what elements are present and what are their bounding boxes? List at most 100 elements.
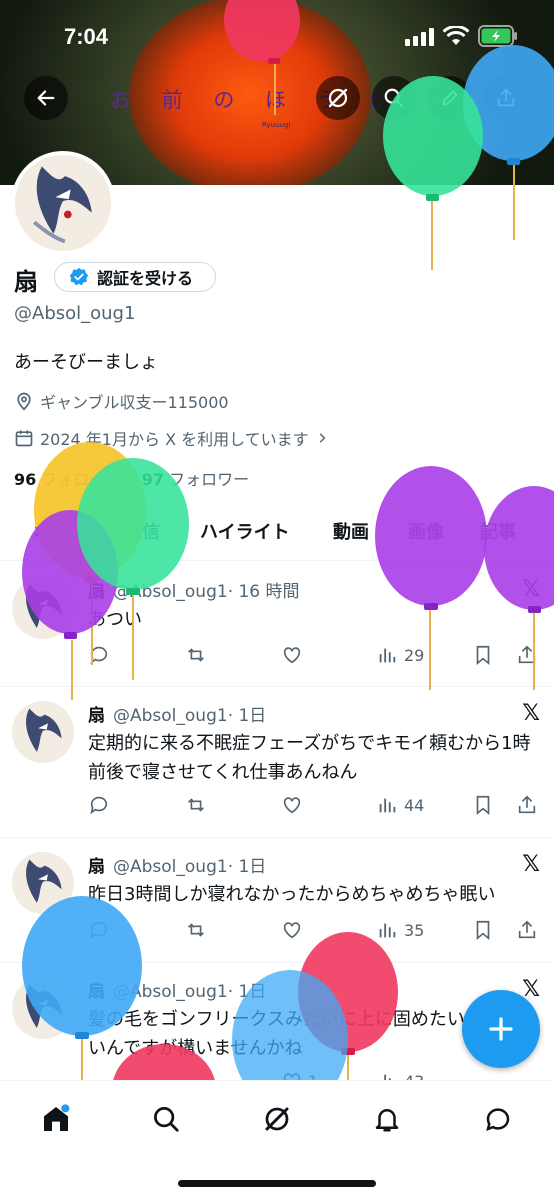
- profile-handle: @Absol_oug1: [14, 303, 136, 324]
- like-button[interactable]: [280, 918, 304, 942]
- nav-search[interactable]: [146, 1099, 186, 1139]
- share-icon: [518, 795, 536, 814]
- get-verified-button[interactable]: 認証を受ける: [54, 262, 216, 292]
- compose-post-button[interactable]: [462, 990, 540, 1068]
- post-author-name: 扇: [88, 982, 105, 1002]
- nav-home[interactable]: [36, 1099, 76, 1139]
- bookmark-button[interactable]: [472, 643, 494, 667]
- reply-button[interactable]: [88, 643, 110, 667]
- post-avatar[interactable]: [12, 977, 74, 1039]
- post-time: · 16 時間: [227, 582, 300, 602]
- post-author-handle: @Absol_oug1: [113, 706, 228, 726]
- post-actions: 35: [88, 918, 540, 942]
- post-author-handle: @Absol_oug1: [113, 582, 228, 602]
- profile-joined-row[interactable]: 2024 年1月から X を利用しています: [14, 426, 329, 450]
- share-post-button[interactable]: [516, 918, 538, 942]
- profile-location-row: ギャンブル収支ー115000: [14, 389, 229, 413]
- post-header: 扇 @Absol_oug1· 1日: [88, 977, 266, 1002]
- followers-link[interactable]: 97 フォロワー: [142, 470, 249, 489]
- tab-replies[interactable]: 返信: [124, 518, 160, 544]
- post-item[interactable]: 扇 @Absol_oug1· 1日 𝕏 定期的に来る不眠症フェーズがちでキモイ頼む…: [0, 687, 554, 838]
- post-item[interactable]: 扇 @Absol_oug1· 16 時間 𝕏 あつい 29: [0, 563, 554, 687]
- post-text: あつい: [88, 609, 142, 630]
- edit-button[interactable]: [428, 76, 472, 120]
- avatar-art: [15, 155, 111, 251]
- followers-count: 97: [141, 470, 164, 489]
- tab-articles[interactable]: 記事: [480, 518, 516, 544]
- post-avatar[interactable]: [12, 852, 74, 914]
- post-actions: 29: [88, 643, 540, 667]
- post-item[interactable]: 扇 @Absol_oug1· 1日 𝕏 昨日3時間しか寝れなかったからめちゃめちゃ…: [0, 838, 554, 963]
- repost-button[interactable]: [184, 793, 208, 817]
- like-button[interactable]: [280, 793, 304, 817]
- wifi-icon: [443, 26, 469, 45]
- views-button[interactable]: 35: [376, 918, 424, 942]
- back-button[interactable]: [24, 76, 68, 120]
- repost-button[interactable]: [184, 643, 208, 667]
- banner-subtitle: Ryuuugi: [262, 121, 291, 129]
- following-count: 96: [14, 470, 37, 489]
- x-logo-icon: 𝕏: [522, 852, 540, 877]
- bookmark-button[interactable]: [472, 793, 494, 817]
- tab-videos[interactable]: 動画: [333, 518, 369, 544]
- profile-joined: 2024 年1月から X を利用しています: [40, 430, 309, 449]
- x-logo-icon: 𝕏: [522, 577, 540, 602]
- post-time: · 1日: [227, 706, 267, 726]
- following-link[interactable]: 96 フォロー中: [14, 470, 121, 489]
- verified-badge-icon: [69, 267, 89, 286]
- post-time: · 1日: [227, 857, 267, 877]
- reply-button[interactable]: [88, 793, 110, 817]
- share-icon: [518, 920, 536, 939]
- profile-bio: あーそびーましょ: [14, 352, 158, 373]
- post-avatar[interactable]: [12, 701, 74, 763]
- reply-button[interactable]: [88, 918, 110, 942]
- following-label: フォロー中: [41, 470, 122, 489]
- tab-highlights[interactable]: ハイライト: [200, 518, 290, 544]
- tab-media[interactable]: 画像: [408, 518, 444, 544]
- messages-icon: [486, 1108, 510, 1132]
- share-post-button[interactable]: [516, 643, 538, 667]
- share-post-button[interactable]: [516, 793, 538, 817]
- bookmark-icon: [476, 920, 490, 941]
- share-button[interactable]: [484, 76, 528, 120]
- post-author-name: 扇: [88, 706, 105, 726]
- status-time: 7:04: [64, 24, 109, 49]
- x-logo-icon: 𝕏: [522, 701, 540, 726]
- post-header: 扇 @Absol_oug1· 1日: [88, 852, 266, 877]
- post-time: · 1日: [227, 982, 267, 1002]
- bookmark-icon: [476, 645, 490, 666]
- nav-notifications[interactable]: [367, 1099, 407, 1139]
- post-author-handle: @Absol_oug1: [113, 857, 228, 877]
- repost-icon: [188, 798, 204, 812]
- like-button[interactable]: [280, 643, 304, 667]
- post-avatar[interactable]: [12, 577, 74, 639]
- views-button[interactable]: 44: [376, 793, 424, 817]
- profile-avatar[interactable]: [11, 151, 115, 255]
- post-text: 昨日3時間しか寝れなかったからめちゃめちゃ眠い: [88, 884, 496, 905]
- nav-messages[interactable]: [478, 1099, 518, 1139]
- profile-tabs: ポスト 返信 ハイライト 動画 画像 記事: [0, 508, 554, 552]
- views-icon: [379, 923, 396, 938]
- repost-icon: [188, 923, 204, 937]
- nav-grok[interactable]: [257, 1099, 297, 1139]
- grok-icon: [328, 88, 348, 108]
- like-icon: [283, 797, 301, 814]
- views-icon: [379, 648, 396, 663]
- post-author-handle: @Absol_oug1: [113, 982, 228, 1002]
- search-button[interactable]: [372, 76, 416, 120]
- get-verified-label: 認証を受ける: [97, 269, 194, 288]
- calendar-icon: [15, 430, 33, 447]
- repost-button[interactable]: [184, 918, 208, 942]
- followers-label: フォロワー: [169, 470, 250, 489]
- like-icon: [283, 647, 301, 664]
- grok-icon: [265, 1107, 289, 1131]
- cellular-signal-icon: [405, 28, 434, 46]
- reply-icon: [90, 921, 108, 940]
- grok-button[interactable]: [316, 76, 360, 120]
- share-icon: [518, 645, 536, 664]
- like-icon: [283, 922, 301, 939]
- tab-posts[interactable]: ポスト: [34, 518, 88, 544]
- views-button[interactable]: 29: [376, 643, 424, 667]
- home-indicator: [178, 1180, 376, 1187]
- bookmark-button[interactable]: [472, 918, 494, 942]
